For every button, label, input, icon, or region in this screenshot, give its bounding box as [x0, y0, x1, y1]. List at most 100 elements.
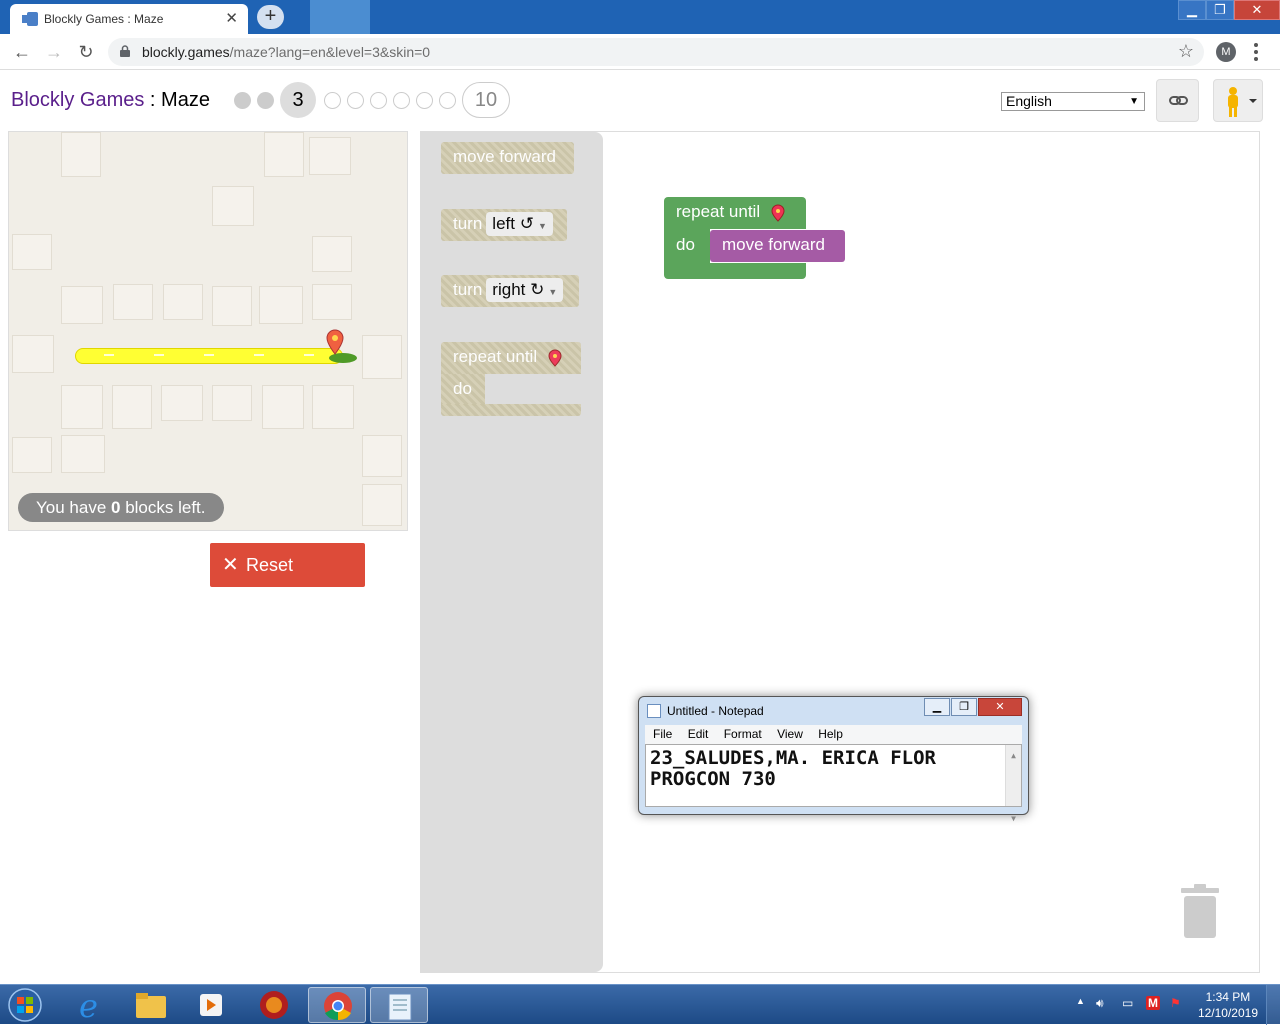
capacity-suffix: blocks left. [120, 498, 206, 517]
toolbox-repeat-until-block[interactable]: repeat until do [441, 342, 581, 416]
notepad-window[interactable]: Untitled - Notepad ▁ ❐ ✕ File Edit Forma… [638, 696, 1029, 823]
menu-file[interactable]: File [653, 727, 672, 741]
address-bar[interactable]: blockly.games/maze?lang=en&level=3&skin=… [108, 38, 1204, 66]
taskbar-explorer-button[interactable] [122, 987, 180, 1023]
show-desktop-button[interactable] [1266, 985, 1280, 1025]
minimize-button[interactable]: ▁ [1178, 0, 1206, 20]
maze-wall [61, 435, 105, 473]
blockly-favicon-icon [22, 12, 38, 26]
notepad-title: Untitled - Notepad [667, 704, 764, 718]
level-10[interactable]: 10 [462, 82, 510, 118]
new-tab-button[interactable]: + [257, 5, 284, 29]
blocks-remaining-bubble: You have 0 blocks left. [18, 493, 224, 522]
clock[interactable]: 1:34 PM 12/10/2019 [1198, 989, 1258, 1021]
level-1-dot[interactable] [234, 91, 251, 109]
block-label: repeat until [676, 202, 761, 221]
maze-wall [12, 234, 52, 270]
maze-wall [212, 385, 252, 421]
window-controls: ▁ ❐ ✕ [1178, 0, 1280, 20]
taskbar-ie-button[interactable]: e [62, 987, 120, 1025]
taskbar-chrome-button[interactable] [308, 987, 366, 1023]
menu-format[interactable]: Format [724, 727, 762, 741]
tray-expand-icon[interactable]: ▲ [1076, 996, 1085, 1006]
trash-can-icon[interactable] [1181, 884, 1219, 939]
current-level: 3 [280, 82, 316, 118]
restore-button[interactable]: ❐ [1206, 0, 1234, 20]
notepad-restore-button[interactable]: ❐ [951, 698, 977, 716]
taskbar-notepad-button[interactable] [370, 987, 428, 1023]
block-label: move forward [722, 235, 825, 254]
workspace-move-forward-block[interactable]: move forward [710, 230, 845, 262]
notepad-text-area[interactable]: 23_SALUDES,MA. ERICA FLOR PROGCON 730 ▲ ▼ [645, 744, 1022, 823]
browser-toolbar: ← → ↻ blockly.games/maze?lang=en&level=3… [0, 34, 1280, 70]
repeat-footer [441, 404, 581, 416]
chrome-icon [324, 992, 352, 1021]
level-2-dot[interactable] [257, 91, 274, 109]
language-select[interactable]: English ▼ [1001, 92, 1145, 111]
turn-direction-field[interactable]: left ↺ ▼ [486, 212, 553, 236]
browser-tab[interactable]: Blockly Games : Maze ✕ [10, 4, 248, 34]
bookmark-star-icon[interactable]: ☆ [1178, 41, 1194, 62]
clock-time: 1:34 PM [1205, 990, 1251, 1004]
maze-wall [312, 236, 352, 272]
tab-close-icon[interactable]: ✕ [225, 9, 238, 27]
close-window-button[interactable]: ✕ [1234, 0, 1280, 20]
notepad-minimize-button[interactable]: ▁ [924, 698, 950, 716]
notepad-scrollbar[interactable]: ▲ ▼ [1005, 745, 1021, 823]
maze-path [75, 348, 343, 364]
link-button[interactable] [1156, 79, 1199, 122]
menu-edit[interactable]: Edit [688, 727, 709, 741]
notepad-close-button[interactable]: ✕ [978, 698, 1022, 716]
toolbox-turn-right-block[interactable]: turn right ↻ ▼ [441, 275, 579, 307]
start-orb-icon[interactable] [4, 986, 46, 1024]
dropdown-arrow-icon: ▼ [537, 221, 547, 231]
antivirus-icon[interactable]: M [1146, 996, 1160, 1010]
desktop-flare [310, 0, 370, 34]
block-label: do [676, 235, 695, 254]
page-header: Blockly Games : Maze 3 10 English ▼ [0, 71, 1280, 131]
path-marker [254, 354, 264, 356]
svg-text:e: e [79, 987, 98, 1023]
toolbox-move-forward-block[interactable]: move forward [441, 142, 574, 174]
level-5-dot[interactable] [347, 91, 364, 109]
pegman-button[interactable] [1213, 79, 1263, 122]
blockly-workspace[interactable]: move forward turn left ↺ ▼ turn right ↻ ▼ re… [420, 131, 1260, 973]
maze-wall [12, 437, 52, 473]
level-9-dot[interactable] [439, 91, 456, 109]
toolbox-turn-left-block[interactable]: turn left ↺ ▼ [441, 209, 567, 241]
pegman-icon [1228, 87, 1257, 117]
menu-help[interactable]: Help [818, 727, 843, 741]
maze-wall [309, 137, 351, 175]
turn-direction-field[interactable]: right ↻ ▼ [486, 278, 564, 302]
back-arrow-icon[interactable]: ← [10, 40, 34, 64]
level-8-dot[interactable] [416, 91, 433, 109]
menu-view[interactable]: View [777, 727, 803, 741]
brand-link[interactable]: Blockly Games [11, 89, 144, 111]
notepad-menubar: File Edit Format View Help [645, 725, 1022, 744]
level-7-dot[interactable] [393, 91, 410, 109]
level-selector: 3 10 [234, 82, 516, 118]
maze-wall [161, 385, 203, 421]
block-label: turn [453, 280, 483, 299]
maze-wall [61, 286, 103, 324]
maze-wall [362, 335, 402, 379]
profile-avatar[interactable]: M [1216, 42, 1236, 62]
taskbar-media-button[interactable] [182, 987, 240, 1023]
repeat-header: repeat until [664, 197, 806, 229]
path-marker [304, 354, 314, 356]
level-4-dot[interactable] [324, 91, 341, 109]
network-icon[interactable]: ▭ [1122, 996, 1133, 1010]
maze-wall [212, 186, 254, 226]
forward-arrow-icon[interactable]: → [42, 40, 66, 64]
repeat-do-label: do [441, 374, 485, 406]
action-center-icon[interactable]: ⚑ [1170, 996, 1181, 1010]
level-6-dot[interactable] [370, 91, 387, 109]
chrome-menu-icon[interactable] [1254, 43, 1258, 61]
reset-button[interactable]: ✕ Reset [210, 543, 365, 587]
reload-icon[interactable]: ↻ [74, 40, 98, 64]
repeat-do-label: do [664, 229, 710, 267]
maze-wall [112, 385, 152, 429]
maze-wall [259, 286, 303, 324]
volume-icon[interactable]: 🔊︎ [1096, 996, 1104, 1011]
taskbar-game-button[interactable] [244, 987, 302, 1023]
